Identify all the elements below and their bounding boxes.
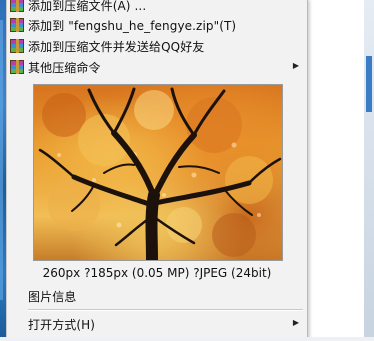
menu-item-open-with[interactable]: 打开方式(H) ▶ bbox=[7, 313, 307, 335]
image-info-text: 260px ?185px (0.05 MP) ?JPEG (24bit) bbox=[42, 266, 272, 280]
rar-archive-icon bbox=[10, 39, 24, 53]
menu-item-picture-info[interactable]: 图片信息 bbox=[7, 285, 307, 307]
menu-item-label: 添加到压缩文件(A) ... bbox=[28, 0, 147, 13]
menu-item-other-compress-commands[interactable]: 其他压缩命令 ▶ bbox=[7, 56, 307, 78]
menu-item-add-and-send-qq[interactable]: 添加到压缩文件并发送给QQ好友 bbox=[7, 35, 307, 57]
menu-separator bbox=[28, 309, 303, 311]
rar-archive-icon bbox=[10, 60, 24, 74]
desktop-right-edge bbox=[364, 0, 374, 341]
submenu-arrow-icon: ▶ bbox=[292, 318, 299, 327]
desktop-right-blue-block bbox=[366, 56, 372, 112]
rar-archive-icon bbox=[10, 0, 24, 12]
desktop-left-highlight bbox=[0, 20, 3, 300]
menu-item-add-to-named-zip[interactable]: 添加到 "fengshu_he_fengye.zip"(T) bbox=[7, 14, 307, 36]
context-menu: 添加到压缩文件(A) ... 添加到 "fengshu_he_fengye.zi… bbox=[6, 0, 308, 341]
menu-item-label: 其他压缩命令 bbox=[28, 60, 101, 75]
menu-item-label: 添加到压缩文件并发送给QQ好友 bbox=[28, 39, 205, 54]
menu-item-label: 图片信息 bbox=[28, 289, 77, 304]
desktop-bottom-edge bbox=[0, 337, 374, 341]
menu-item-label: 添加到 "fengshu_he_fengye.zip"(T) bbox=[28, 18, 237, 33]
menu-item-label: 打开方式(H) bbox=[28, 317, 96, 332]
autumn-tree-thumbnail bbox=[38, 87, 282, 260]
submenu-arrow-icon: ▶ bbox=[292, 61, 299, 70]
image-preview bbox=[33, 84, 283, 261]
rar-archive-icon bbox=[10, 18, 24, 32]
